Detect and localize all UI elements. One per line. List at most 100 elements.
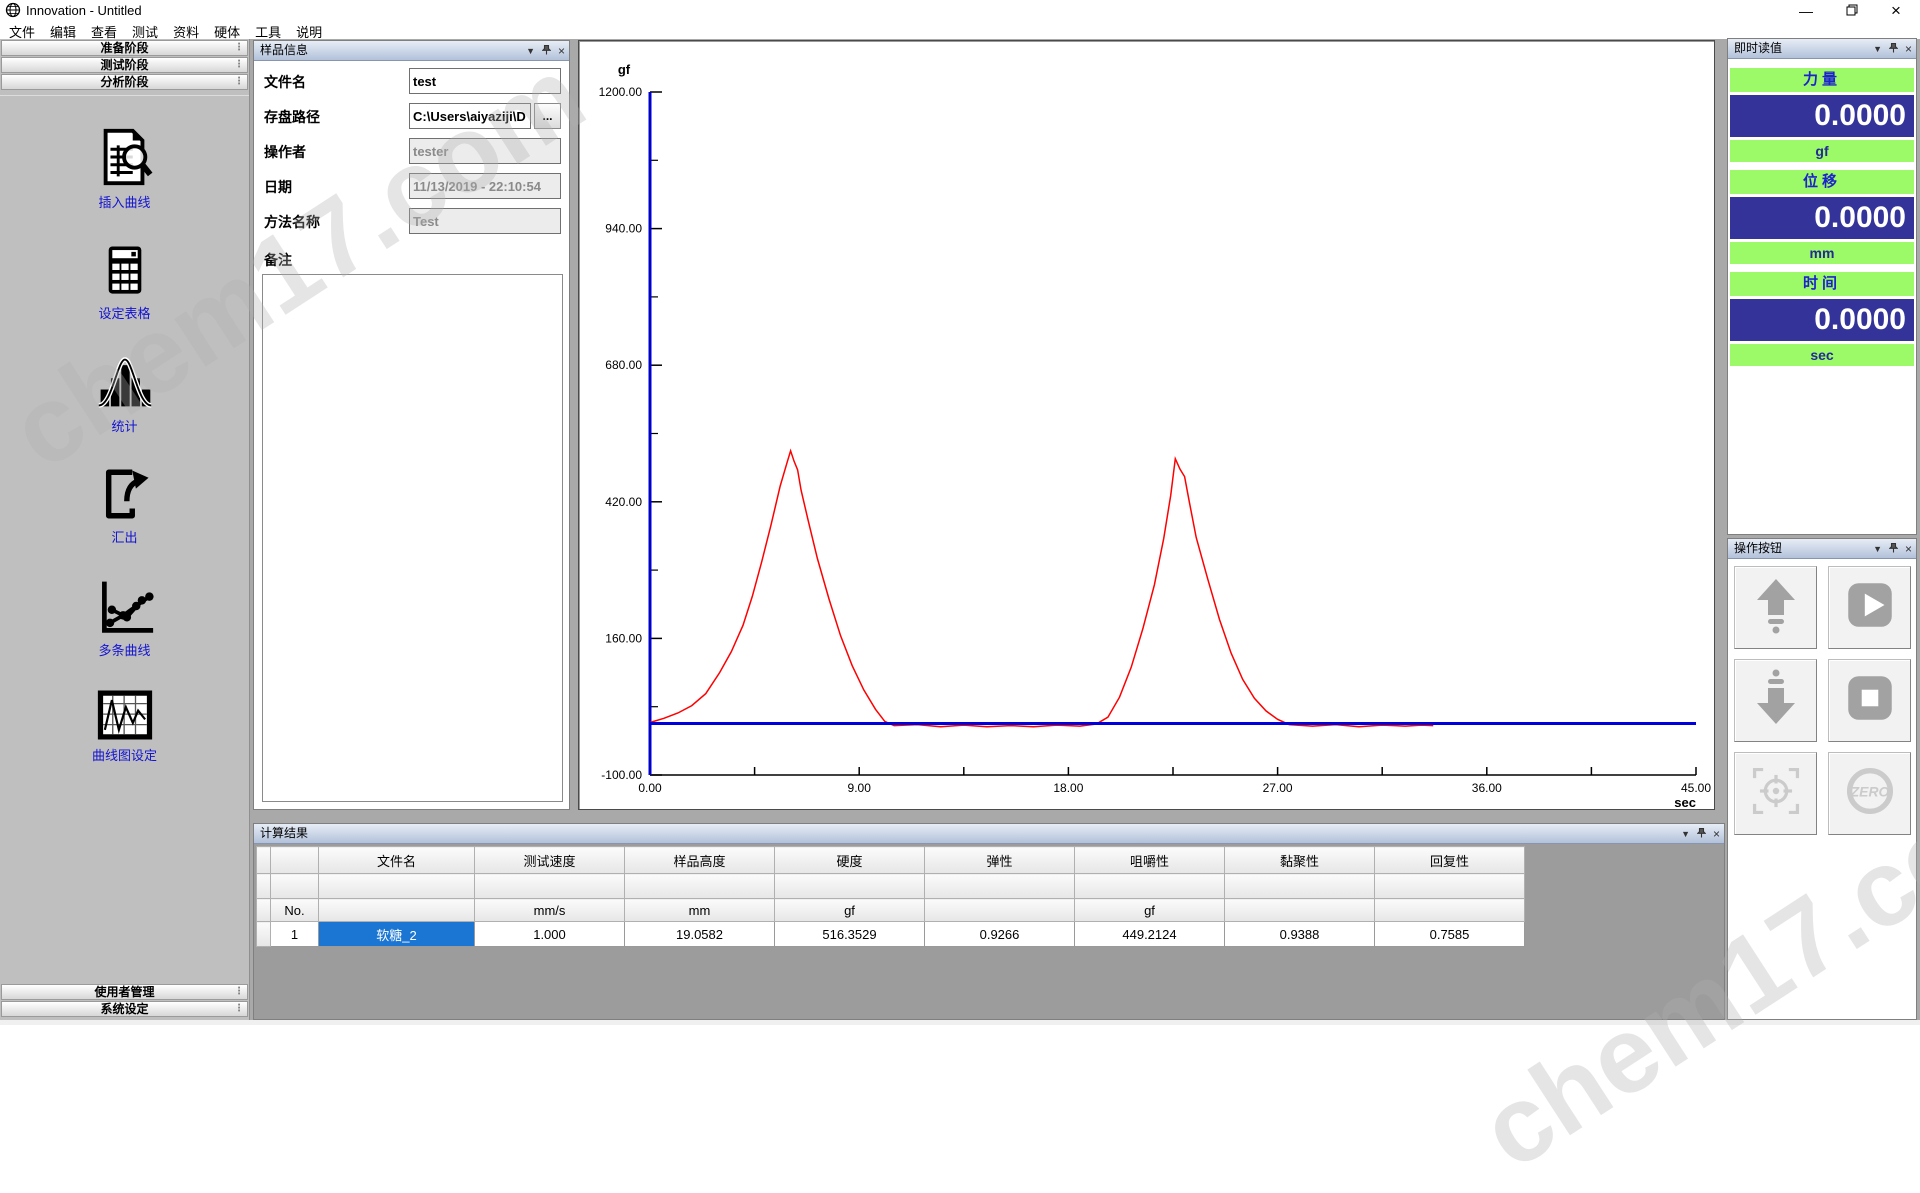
panel-close-icon[interactable]: ×: [1905, 44, 1912, 54]
app-icon: [5, 2, 21, 18]
panel-close-icon[interactable]: ×: [1713, 829, 1720, 839]
sidebar-bottom-tab-2[interactable]: 系统设定⋮: [1, 1001, 248, 1017]
column-unit: mm/s: [475, 899, 625, 922]
actions-title: 操作按钮: [1734, 541, 1782, 555]
arrow-up-icon: [1747, 575, 1805, 640]
result-cell[interactable]: 516.3529: [775, 922, 925, 947]
result-cell[interactable]: 0.9266: [925, 922, 1075, 947]
sidebar-bottom-tab-1-label: 使用者管理: [94, 985, 154, 999]
panel-pin-icon[interactable]: [1697, 828, 1706, 840]
panel-close-icon[interactable]: ×: [558, 46, 565, 56]
sidebar-tab-1-label: 准备阶段: [100, 41, 148, 55]
tool-insert-curve[interactable]: 插入曲线: [0, 126, 249, 211]
svg-text:45.00: 45.00: [1681, 781, 1711, 795]
window-title: Innovation - Untitled: [26, 3, 142, 18]
svg-text:18.00: 18.00: [1053, 781, 1083, 795]
field-row-4: 日期: [262, 173, 561, 199]
sidebar-bottom-tab-1[interactable]: 使用者管理 ⋮: [1, 984, 248, 1000]
panel-pin-icon[interactable]: [542, 45, 551, 57]
tool-multi-curve[interactable]: 多条曲线: [0, 576, 249, 659]
svg-text:ZERO: ZERO: [1849, 783, 1889, 799]
grip-dots-icon: ⋮: [234, 41, 244, 55]
tool-label: 插入曲线: [0, 192, 249, 211]
menu-bar: 文件编辑查看测试资料硬体工具说明: [0, 21, 1920, 39]
table-cell: [925, 874, 1075, 899]
jog-down-button[interactable]: [1734, 659, 1817, 742]
result-cell[interactable]: 0.7585: [1375, 922, 1525, 947]
table-cell: [319, 874, 475, 899]
tool-label: 汇出: [0, 527, 249, 546]
table-cell: [1375, 874, 1525, 899]
arrow-down-icon: [1747, 668, 1805, 733]
column-unit: [925, 899, 1075, 922]
sidebar-tab-3[interactable]: 分析阶段 ⋮: [1, 74, 248, 90]
readout-value: 0.0000: [1730, 197, 1914, 239]
sidebar-tab-2-label: 测试阶段: [100, 58, 148, 72]
readout-label: 时间: [1730, 272, 1914, 296]
svg-text:36.00: 36.00: [1472, 781, 1502, 795]
table-cell: [775, 874, 925, 899]
field-input-4[interactable]: [409, 173, 561, 199]
results-table: 文件名测试速度样品高度硬度弹性咀嚼性黏聚性回复性No.mm/smmgfgf1软糖…: [256, 846, 1525, 947]
panel-dropdown-icon[interactable]: ▼: [1873, 544, 1882, 554]
panel-dropdown-icon[interactable]: ▼: [526, 46, 535, 56]
start-button[interactable]: [1828, 566, 1911, 649]
multi-curve-icon: [95, 576, 155, 636]
sidebar-tab-1[interactable]: 准备阶段 ⋮: [1, 40, 248, 56]
table-cell: [257, 847, 271, 874]
zero-button[interactable]: ZERO: [1828, 752, 1911, 835]
result-cell[interactable]: 0.9388: [1225, 922, 1375, 947]
panel-pin-icon[interactable]: [1889, 543, 1898, 555]
tool-label: 设定表格: [0, 303, 249, 322]
browse-button[interactable]: ...: [534, 103, 561, 129]
row-number[interactable]: 1: [271, 922, 319, 947]
tool-calculator[interactable]: 设定表格: [0, 241, 249, 322]
sidebar-bottom-tab-2-label: 系统设定: [100, 1002, 148, 1016]
readout-3: 时间0.0000sec: [1730, 272, 1914, 366]
result-cell[interactable]: 1.000: [475, 922, 625, 947]
tool-statistics[interactable]: 统计: [0, 352, 249, 435]
column-header: 样品高度: [625, 847, 775, 874]
panel-pin-icon[interactable]: [1889, 43, 1898, 55]
panel-dropdown-icon[interactable]: ▼: [1681, 829, 1690, 839]
row-number-header: No.: [271, 899, 319, 922]
grip-dots-icon: ⋮: [234, 985, 244, 999]
jog-up-button[interactable]: [1734, 566, 1817, 649]
cell-file-name[interactable]: 软糖_2: [319, 922, 475, 947]
panel-dropdown-icon[interactable]: ▼: [1873, 44, 1882, 54]
result-cell[interactable]: 449.2124: [1075, 922, 1225, 947]
sidebar-tab-2[interactable]: 测试阶段⋮: [1, 57, 248, 73]
tool-label: 多条曲线: [0, 640, 249, 659]
column-header: 黏聚性: [1225, 847, 1375, 874]
readout-1: 力量0.0000gf: [1730, 68, 1914, 162]
tool-export[interactable]: 汇出: [0, 465, 249, 546]
sidebar-tab-3-label: 分析阶段: [100, 75, 148, 89]
target-button[interactable]: [1734, 752, 1817, 835]
svg-text:gf: gf: [618, 62, 631, 77]
field-row-2: 存盘路径...: [262, 103, 561, 129]
table-cell: [257, 922, 271, 947]
grip-dots-icon: ⋮: [234, 75, 244, 89]
field-input-5[interactable]: [409, 208, 561, 234]
results-panel: 计算结果 ▼× 文件名测试速度样品高度硬度弹性咀嚼性黏聚性回复性No.mm/sm…: [253, 823, 1725, 1020]
panel-close-icon[interactable]: ×: [1905, 544, 1912, 554]
close-button[interactable]: ×: [1874, 0, 1918, 22]
minimize-button[interactable]: —: [1784, 0, 1828, 22]
tool-label: 统计: [0, 416, 249, 435]
column-header: 弹性: [925, 847, 1075, 874]
window-bottom-edge: [0, 1020, 1920, 1025]
stop-button[interactable]: [1828, 659, 1911, 742]
table-cell: [271, 874, 319, 899]
notes-textarea[interactable]: [262, 274, 563, 802]
title-bar: Innovation - Untitled — ×: [0, 0, 1920, 20]
field-input-2[interactable]: [409, 103, 531, 129]
calculator-icon: [96, 241, 154, 299]
field-label: 操作者: [264, 142, 306, 162]
workspace: 准备阶段⋮测试阶段⋮分析阶段⋮ 插入曲线设定表格统计汇出多条曲线曲线图设定 使用…: [0, 39, 1920, 1020]
tool-curve-settings[interactable]: 曲线图设定: [0, 689, 249, 764]
field-input-3[interactable]: [409, 138, 561, 164]
readout-unit: mm: [1730, 242, 1914, 264]
result-cell[interactable]: 19.0582: [625, 922, 775, 947]
field-input-1[interactable]: [409, 68, 561, 94]
restore-button[interactable]: [1830, 0, 1874, 22]
